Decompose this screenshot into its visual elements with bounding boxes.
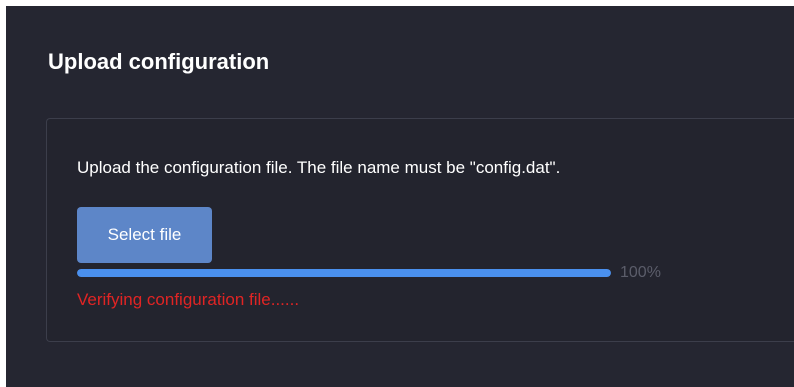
upload-configuration-panel: Upload configuration Upload the configur… [6, 6, 794, 387]
upload-progress-fill [77, 269, 611, 277]
upload-progress-bar [77, 269, 611, 277]
upload-status-message: Verifying configuration file...... [77, 290, 300, 309]
upload-card: Upload the configuration file. The file … [46, 118, 794, 342]
page-title: Upload configuration [48, 49, 270, 74]
select-file-button[interactable]: Select file [77, 207, 212, 263]
upload-instructions: Upload the configuration file. The file … [77, 158, 561, 177]
upload-progress-percent: 100% [620, 264, 661, 281]
